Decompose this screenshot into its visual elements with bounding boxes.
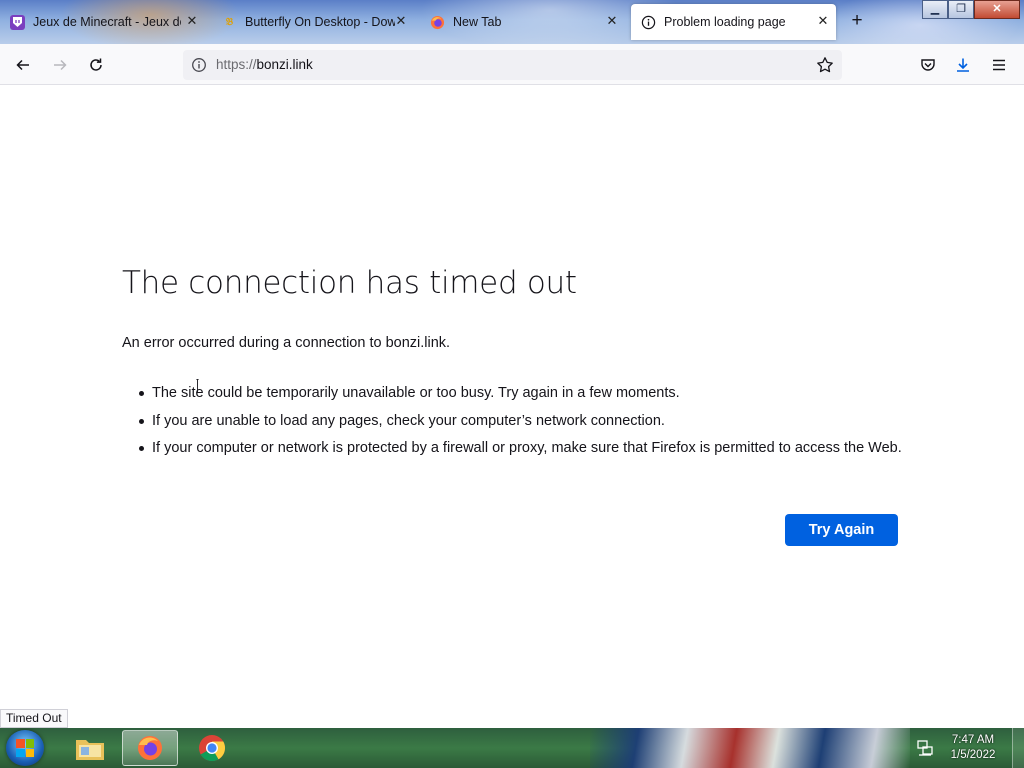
tab-title: Problem loading page (664, 15, 786, 29)
tab-title: Jeux de Minecraft - Jeux de Mi (33, 15, 181, 29)
app-menu-button[interactable] (986, 52, 1012, 78)
reload-icon (90, 58, 102, 71)
taskbar: 7:47 AM 1/5/2022 (0, 728, 1024, 768)
info-icon (641, 15, 656, 30)
tab-strip: Jeux de Minecraft - Jeux de Mi ✕ 𝔅 Butte… (0, 0, 1024, 44)
butterfly-site-icon: 𝔅 (225, 16, 234, 28)
tab-problem-loading-page[interactable]: Problem loading page ✕ (631, 4, 836, 40)
suggestion-item: If your computer or network is protected… (139, 438, 912, 458)
url-host: bonzi.link (256, 57, 313, 72)
close-tab-icon[interactable]: ✕ (816, 14, 830, 28)
windows-logo-icon (16, 739, 34, 757)
try-again-button[interactable]: Try Again (785, 514, 898, 546)
pocket-icon (921, 59, 935, 71)
error-page: The connection has timed out An error oc… (0, 85, 1024, 728)
twitch-shield-icon (10, 14, 25, 30)
clock-date: 1/5/2022 (950, 749, 996, 761)
chrome-icon (199, 735, 226, 762)
pocket-button[interactable] (915, 52, 941, 78)
clock-time: 7:47 AM (951, 734, 995, 746)
url-text[interactable]: https://bonzi.link (216, 57, 313, 72)
start-button[interactable] (6, 730, 44, 766)
taskbar-chrome[interactable] (184, 730, 240, 766)
firefox-icon (430, 15, 445, 30)
tab-butterfly-on-desktop[interactable]: 𝔅 Butterfly On Desktop - Downl ✕ (212, 4, 414, 40)
firefox-icon (138, 736, 162, 760)
close-tab-icon[interactable]: ✕ (605, 14, 619, 28)
reload-button[interactable] (83, 52, 109, 78)
new-tab-button[interactable]: + (846, 11, 868, 33)
error-suggestions: The site could be temporarily unavailabl… (139, 383, 912, 466)
error-title: The connection has timed out (122, 265, 577, 301)
show-desktop-button[interactable] (1012, 728, 1024, 768)
navigation-toolbar: https://bonzi.link (0, 44, 1024, 85)
suggestion-item: The site could be temporarily unavailabl… (139, 383, 912, 403)
close-window-button[interactable]: ✕ (974, 0, 1020, 19)
address-bar[interactable]: https://bonzi.link (183, 50, 842, 80)
tab-title: New Tab (453, 15, 502, 29)
suggestion-item: If you are unable to load any pages, che… (139, 411, 912, 431)
minimize-button[interactable]: ▁ (922, 0, 948, 19)
forward-button[interactable] (47, 52, 73, 78)
site-info-icon[interactable] (191, 57, 207, 78)
tab-title: Butterfly On Desktop - Downl (245, 15, 395, 29)
forward-arrow-icon (54, 59, 67, 71)
hamburger-menu-icon (993, 59, 1005, 71)
taskbar-firefox[interactable] (122, 730, 178, 766)
close-tab-icon[interactable]: ✕ (394, 14, 408, 28)
tab-jeux-de-minecraft[interactable]: Jeux de Minecraft - Jeux de Mi ✕ (0, 4, 205, 40)
back-arrow-icon (16, 59, 29, 71)
url-protocol: https:// (216, 57, 257, 72)
network-icon[interactable] (916, 739, 934, 757)
wallpaper-art (590, 728, 910, 768)
window-controls: ▁ ❐ ✕ (922, 0, 1020, 20)
status-bar: Timed Out (0, 709, 68, 728)
restore-button[interactable]: ❐ (948, 0, 974, 19)
file-explorer-icon (76, 740, 104, 760)
close-tab-icon[interactable]: ✕ (185, 14, 199, 28)
downloads-button[interactable] (950, 52, 976, 78)
tab-new-tab[interactable]: New Tab ✕ (420, 4, 625, 40)
taskbar-clock[interactable]: 7:47 AM 1/5/2022 (940, 733, 1006, 763)
taskbar-file-explorer[interactable] (62, 730, 118, 766)
text-cursor-icon (196, 379, 199, 393)
error-description: An error occurred during a connection to… (122, 335, 451, 351)
download-icon (957, 58, 969, 72)
bookmark-star-icon[interactable] (816, 56, 834, 79)
back-button[interactable] (10, 52, 36, 78)
